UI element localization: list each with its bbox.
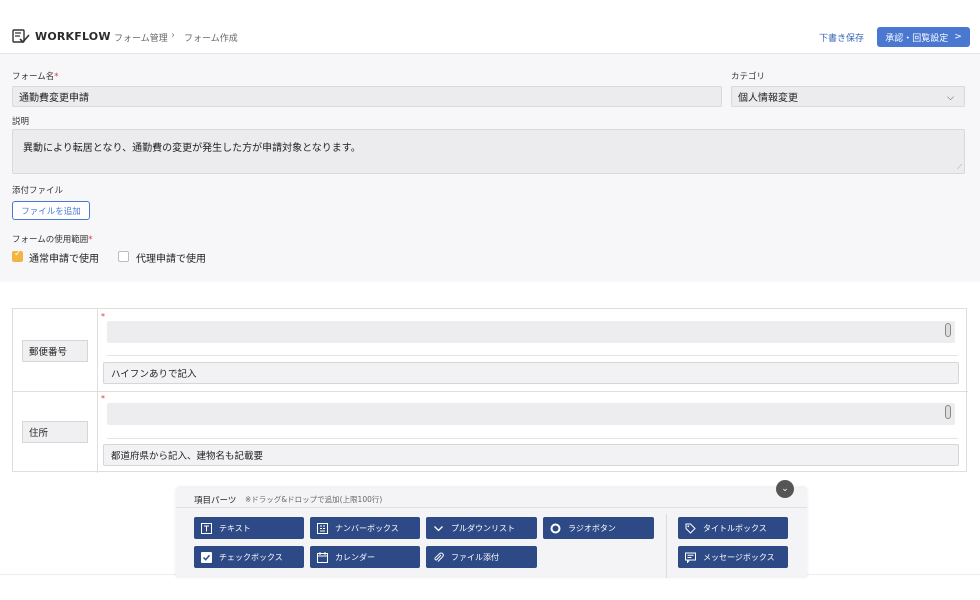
part-title-box-label: タイトルボックス: [703, 523, 767, 533]
row-label-postal-code[interactable]: 郵便番号: [22, 340, 88, 362]
scrollbar-thumb[interactable]: [945, 405, 951, 419]
paperclip-icon: [433, 552, 444, 563]
part-message-box-button[interactable]: メッセージボックス: [678, 546, 788, 568]
part-pulldown-label: プルダウンリスト: [451, 523, 515, 533]
attachment-label: 添付ファイル: [12, 186, 64, 196]
draft-save-link[interactable]: 下書き保存: [819, 31, 864, 44]
chevron-right-icon: ›: [171, 30, 175, 41]
chevron-down-icon: ⌵: [947, 93, 954, 103]
chevron-down-icon: ⌄: [781, 484, 789, 494]
brand-name[interactable]: WORKFLOW: [35, 30, 111, 43]
scrollbar-thumb[interactable]: [945, 323, 951, 337]
message-icon: [685, 552, 696, 563]
part-message-box-label: メッセージボックス: [703, 552, 775, 562]
address-input[interactable]: [107, 403, 955, 425]
radio-icon: [550, 523, 561, 534]
breadcrumb-form-management[interactable]: フォーム管理: [114, 31, 168, 44]
item-parts-note: ※ドラッグ&ドロップで追加(上限100行): [245, 495, 383, 504]
part-file-attach-label: ファイル添付: [451, 552, 499, 562]
required-mark: *: [101, 312, 105, 321]
collapse-panel-button[interactable]: ⌄: [776, 480, 794, 498]
approve-settings-label: 承認・回覧設定: [885, 33, 949, 44]
number-icon: [317, 522, 328, 534]
usage-proxy-checkbox[interactable]: [118, 251, 129, 262]
category-value: 個人情報変更: [738, 93, 798, 104]
usage-normal-checkbox[interactable]: ✓: [12, 249, 23, 262]
address-hint[interactable]: 都道府県から記入、建物名も記載要: [103, 444, 959, 466]
chevron-down-icon: [433, 523, 444, 534]
part-calendar-button[interactable]: カレンダー: [310, 546, 420, 568]
part-file-attach-button[interactable]: ファイル添付: [426, 546, 537, 568]
text-icon: [201, 522, 212, 534]
chevron-right-icon: ›: [102, 30, 106, 41]
usage-proxy-label: 代理申請で使用: [136, 254, 206, 265]
row-separator: [107, 355, 958, 356]
checkbox-icon: [201, 551, 212, 563]
form-name-label: フォーム名*: [12, 72, 59, 82]
part-pulldown-button[interactable]: プルダウンリスト: [426, 517, 537, 539]
item-parts-header: 項目パーツ ※ドラッグ&ドロップで追加(上限100行): [176, 488, 807, 508]
part-text-button[interactable]: テキスト: [194, 517, 304, 539]
row-separator: [107, 438, 958, 439]
postal-code-input[interactable]: [107, 321, 955, 343]
item-parts-panel: 項目パーツ ※ドラッグ&ドロップで追加(上限100行) ⌄ テキスト ナンバーボ…: [176, 480, 807, 578]
category-select[interactable]: 個人情報変更 ⌵: [731, 86, 965, 107]
app-header: WORKFLOW › フォーム管理 › フォーム作成 下書き保存 承認・回覧設定…: [0, 0, 980, 54]
workflow-logo-icon: [12, 29, 30, 44]
part-radio-label: ラジオボタン: [568, 523, 616, 533]
part-radio-button[interactable]: ラジオボタン: [543, 517, 654, 539]
grid-row-divider: [13, 391, 968, 392]
part-calendar-label: カレンダー: [335, 552, 375, 562]
usage-normal-label: 通常申請で使用: [29, 254, 99, 265]
form-name-value: 通勤費変更申請: [19, 93, 89, 104]
checkmark-icon: ✓: [14, 249, 22, 259]
description-textarea[interactable]: 異動により転居となり、通勤費の変更が発生した方が申請対象となります。 ⟋: [12, 129, 965, 174]
breadcrumb-form-create: フォーム作成: [184, 34, 238, 44]
item-parts-title: 項目パーツ: [194, 496, 237, 506]
part-title-box-button[interactable]: タイトルボックス: [678, 517, 788, 539]
resize-handle-icon[interactable]: ⟋: [957, 163, 962, 172]
parts-divider: [666, 514, 667, 578]
form-name-input[interactable]: 通勤費変更申請: [12, 86, 722, 107]
required-mark: *: [101, 394, 105, 403]
chevron-right-icon: >: [954, 32, 962, 42]
form-fields-grid: 郵便番号 * ハイフンありで記入 住所 * 都道府県から記入、建物名も記載要: [12, 308, 968, 473]
category-label: カテゴリ: [731, 72, 766, 82]
part-number-box-button[interactable]: ナンバーボックス: [310, 517, 420, 539]
postal-code-hint[interactable]: ハイフンありで記入: [103, 362, 959, 384]
part-checkbox-button[interactable]: チェックボックス: [194, 546, 304, 568]
usage-scope-label: フォームの使用範囲*: [12, 235, 93, 245]
tag-icon: [685, 523, 696, 534]
part-checkbox-label: チェックボックス: [219, 552, 283, 562]
calendar-icon: [317, 551, 328, 563]
row-label-address[interactable]: 住所: [22, 421, 88, 443]
add-file-button[interactable]: ファイルを追加: [12, 201, 90, 220]
approve-settings-button[interactable]: 承認・回覧設定 >: [877, 27, 970, 47]
part-number-box-label: ナンバーボックス: [335, 523, 399, 533]
description-label: 説明: [12, 117, 30, 127]
description-value: 異動により転居となり、通勤費の変更が発生した方が申請対象となります。: [23, 143, 361, 154]
part-text-label: テキスト: [219, 523, 251, 533]
